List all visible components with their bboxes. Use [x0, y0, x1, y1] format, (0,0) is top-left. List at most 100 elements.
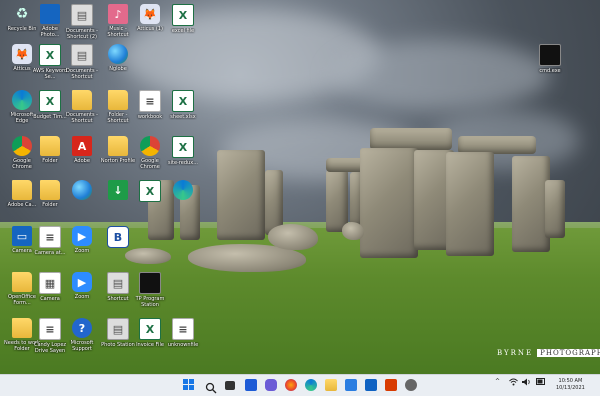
fallen-stone — [268, 224, 318, 250]
desktop-icon[interactable]: A Adobe — [64, 132, 100, 182]
excel-icon: X — [139, 180, 161, 202]
desktop-icon[interactable]: ▦ Camera — [32, 268, 68, 318]
volume-icon[interactable] — [522, 378, 531, 388]
chat-icon[interactable] — [265, 379, 277, 391]
firefox-icon[interactable] — [285, 379, 297, 391]
excel-icon: X — [172, 4, 194, 26]
desktop-icon[interactable]: X Budget Tim... — [32, 86, 68, 136]
settings-icon[interactable] — [405, 379, 417, 391]
desktop-wallpaper: ♻ Recycle Bin Adobe Photo... ▤ Documents -… — [0, 0, 600, 374]
desktop-icon[interactable]: X AWS Keyword Se... — [32, 40, 68, 90]
excel-icon: X — [39, 90, 61, 112]
tray-chevron-icon[interactable]: ^ — [495, 378, 500, 385]
folder-icon — [12, 272, 32, 292]
zoom-icon: ▶ — [72, 226, 92, 246]
desktop-icon[interactable]: ▶ Zoom — [64, 268, 100, 318]
search-icon[interactable] — [205, 379, 217, 394]
desktop-icon[interactable]: Xexcel file — [165, 0, 201, 50]
desktop-icon[interactable]: cmd.exe — [532, 40, 568, 90]
desktop-icon[interactable]: B — [100, 222, 136, 272]
dark-icon — [139, 272, 161, 294]
edge-icon — [12, 90, 32, 110]
lintel — [370, 128, 452, 150]
folder-icon — [40, 180, 60, 200]
blue-icon: ▭ — [12, 226, 32, 246]
stone — [217, 150, 265, 240]
desktop-icon[interactable] — [165, 176, 201, 226]
store-icon[interactable] — [345, 379, 357, 391]
desktop-icon[interactable] — [64, 176, 100, 226]
fallen-stone — [342, 222, 364, 240]
taskbar: ^ 10:50 AM 10/13/2021 — [0, 374, 600, 396]
music-icon: ♪ — [108, 4, 128, 24]
fox-icon: 🦊 — [12, 44, 32, 64]
desktop-icon[interactable]: Google Chrome — [132, 132, 168, 182]
b-icon: B — [107, 226, 129, 248]
desktop-icon[interactable]: Xsite-redux... — [165, 132, 201, 182]
desktop-icon[interactable]: Norton Profile — [100, 132, 136, 182]
folder-icon — [40, 136, 60, 156]
chrome-icon — [140, 136, 160, 156]
excel-icon: X — [172, 90, 194, 112]
recycle-icon: ♻ — [15, 6, 29, 22]
edge-icon — [173, 180, 193, 200]
desktop-icon[interactable]: TP Program Station — [132, 268, 168, 318]
desktop-icon[interactable]: ≡ unknownfile — [165, 314, 201, 364]
download-icon: ↓ — [108, 180, 128, 200]
globe-icon — [72, 180, 92, 200]
pdf-icon: A — [72, 136, 92, 156]
stone — [446, 152, 494, 256]
desktop-icon[interactable]: Xsheet.xlsx — [165, 86, 201, 136]
windows-start-button[interactable] — [183, 379, 195, 391]
widgets-icon[interactable] — [245, 379, 257, 391]
excel-icon: X — [172, 136, 194, 158]
wifi-icon[interactable] — [509, 378, 518, 388]
fox-icon: 🦊 — [140, 4, 160, 24]
desktop-icon[interactable]: X Invoice File — [132, 314, 168, 364]
doc-icon: ≡ — [172, 318, 194, 340]
desktop-icon[interactable]: 🦊 Atticus (1) — [132, 0, 168, 50]
file-explorer-icon[interactable] — [325, 379, 337, 391]
desktop-icon[interactable]: Documents - Shortcut — [64, 86, 100, 136]
desktop-icon[interactable]: Folder — [32, 132, 68, 182]
photographer-watermark: BYRNE PHOTOGRAPHY — [497, 349, 600, 357]
task-view-icon[interactable] — [225, 381, 235, 390]
help-icon: ? — [72, 318, 92, 338]
adobe-icon — [40, 4, 60, 24]
stone — [326, 170, 348, 232]
doc-icon: ≡ — [39, 226, 61, 248]
desktop-icon[interactable]: Folder — [32, 176, 68, 226]
desktop-icon[interactable]: ▤ Photo Station — [100, 314, 136, 364]
desktop-icon[interactable]: Nglobe — [100, 40, 136, 90]
excel-icon: X — [139, 318, 161, 340]
folder-icon — [108, 90, 128, 110]
folder-icon — [108, 136, 128, 156]
chrome-icon — [12, 136, 32, 156]
stone — [545, 180, 565, 238]
desktop-icon[interactable]: ≡ workbook — [132, 86, 168, 136]
desktop-icon[interactable]: Folder - Shortcut — [100, 86, 136, 136]
shortcut-icon: ▤ — [107, 318, 129, 340]
office-icon[interactable] — [385, 379, 397, 391]
globe-icon — [108, 44, 128, 64]
cmd-icon — [539, 44, 561, 66]
folder-icon — [12, 180, 32, 200]
desktop-icon[interactable]: ↓ — [100, 176, 136, 226]
edge-icon[interactable] — [305, 379, 317, 391]
folder-icon — [72, 90, 92, 110]
desktop-icon[interactable]: ≡ Camera at... — [32, 222, 68, 272]
desktop-icon[interactable]: ▤ Documents - Shortcut — [64, 40, 100, 90]
desktop-icon[interactable]: ▤ Shortcut — [100, 268, 136, 318]
desktop-icon[interactable]: X — [132, 176, 168, 226]
desktop-icon[interactable]: ? Microsoft Support — [64, 314, 100, 364]
desktop-icon[interactable]: ≡ Candy Lopez Drive Sayen — [32, 314, 68, 364]
mail-icon[interactable] — [365, 379, 377, 391]
shortcut-icon: ▤ — [71, 44, 93, 66]
desktop-icon[interactable]: ▶ Zoom — [64, 222, 100, 272]
battery-icon[interactable] — [536, 378, 546, 387]
taskbar-clock[interactable]: 10:50 AM 10/13/2021 — [556, 378, 585, 392]
shortcut-icon: ▤ — [71, 4, 93, 26]
stone — [360, 148, 418, 258]
doc-icon: ≡ — [139, 90, 161, 112]
zoom-icon: ▶ — [72, 272, 92, 292]
